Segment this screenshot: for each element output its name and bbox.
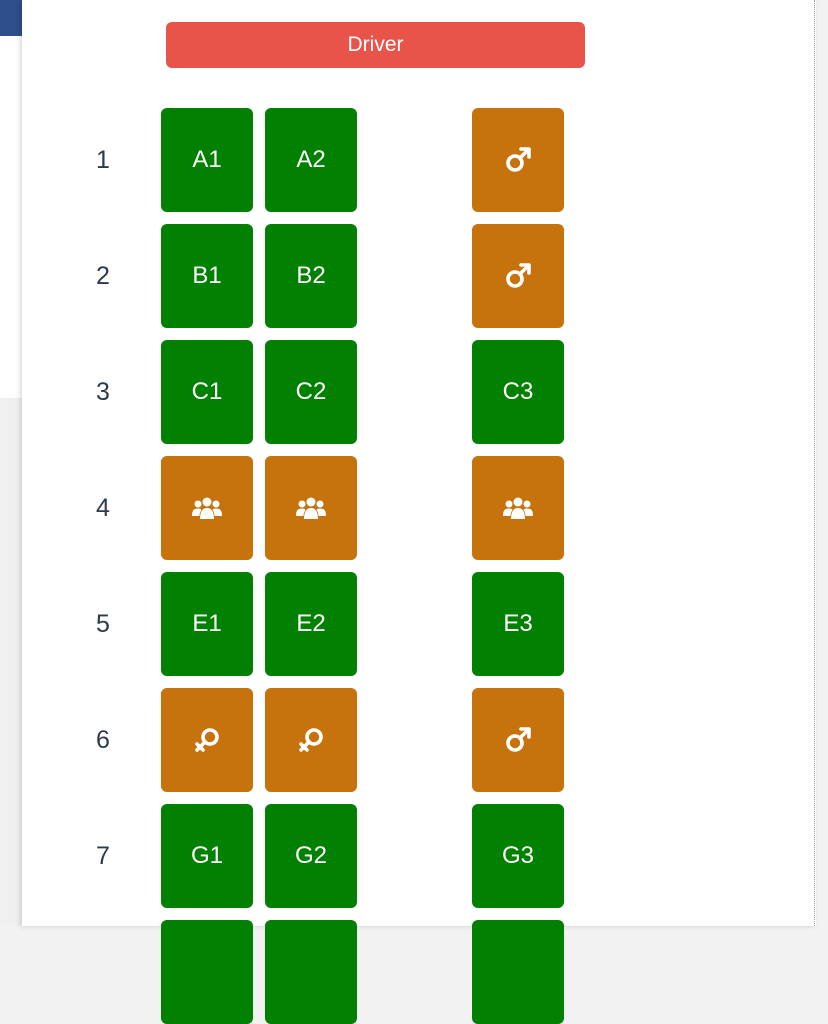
seat-label: G1	[190, 842, 223, 869]
seat-c3[interactable]: C3	[472, 340, 564, 444]
seat-c1[interactable]: C1	[161, 340, 253, 444]
female-icon	[295, 724, 327, 756]
seat-occupied-female[interactable]	[265, 688, 357, 792]
male-icon	[502, 260, 534, 292]
row-number: 7	[96, 842, 110, 870]
seat-occupied-female[interactable]	[161, 688, 253, 792]
seat[interactable]	[161, 920, 253, 1024]
seat-b2[interactable]: B2	[265, 224, 357, 328]
background-header	[0, 0, 22, 36]
seat-label: C2	[295, 378, 327, 405]
seat-c2[interactable]: C2	[265, 340, 357, 444]
seat-g2[interactable]: G2	[265, 804, 357, 908]
row-number	[86, 920, 120, 1024]
seat-label: C3	[502, 378, 534, 405]
seat-map-panel	[22, 0, 816, 926]
seat-occupied-group[interactable]	[265, 456, 357, 560]
seat-g1[interactable]: G1	[161, 804, 253, 908]
seat-label: A2	[296, 146, 326, 173]
male-icon	[502, 724, 534, 756]
row-number: 2	[96, 262, 110, 290]
seat-label: C1	[191, 378, 223, 405]
seat-occupied-male[interactable]	[472, 224, 564, 328]
seat-e2[interactable]: E2	[265, 572, 357, 676]
seat-label: B1	[192, 262, 222, 289]
background-card	[0, 36, 22, 398]
seat-a2[interactable]: A2	[265, 108, 357, 212]
group-icon	[502, 492, 534, 524]
seat[interactable]	[472, 920, 564, 1024]
seat-occupied-group[interactable]	[161, 456, 253, 560]
row-number: 4	[96, 494, 110, 522]
seat-e1[interactable]: E1	[161, 572, 253, 676]
seat-occupied-male[interactable]	[472, 688, 564, 792]
seat-a1[interactable]: A1	[161, 108, 253, 212]
seat-b1[interactable]: B1	[161, 224, 253, 328]
row-number: 6	[96, 726, 110, 754]
panel-border	[814, 0, 815, 926]
male-icon	[502, 144, 534, 176]
seat-e3[interactable]: E3	[472, 572, 564, 676]
seat-occupied-male[interactable]	[472, 108, 564, 212]
female-icon	[191, 724, 223, 756]
row-number: 1	[96, 146, 110, 174]
seat-label: G2	[294, 842, 327, 869]
seat-g3[interactable]: G3	[472, 804, 564, 908]
row-number: 5	[96, 610, 110, 638]
seat-label: E3	[503, 610, 533, 637]
group-icon	[295, 492, 327, 524]
seat-occupied-group[interactable]	[472, 456, 564, 560]
seat-label: B2	[296, 262, 326, 289]
seat-label: G3	[501, 842, 534, 869]
seat-label: E2	[296, 610, 326, 637]
seat-label: E1	[192, 610, 222, 637]
group-icon	[191, 492, 223, 524]
seat-label: A1	[192, 146, 222, 173]
background-window	[0, 0, 22, 926]
seat[interactable]	[265, 920, 357, 1024]
row-number: 3	[96, 378, 110, 406]
driver-seat: Driver	[166, 22, 585, 68]
